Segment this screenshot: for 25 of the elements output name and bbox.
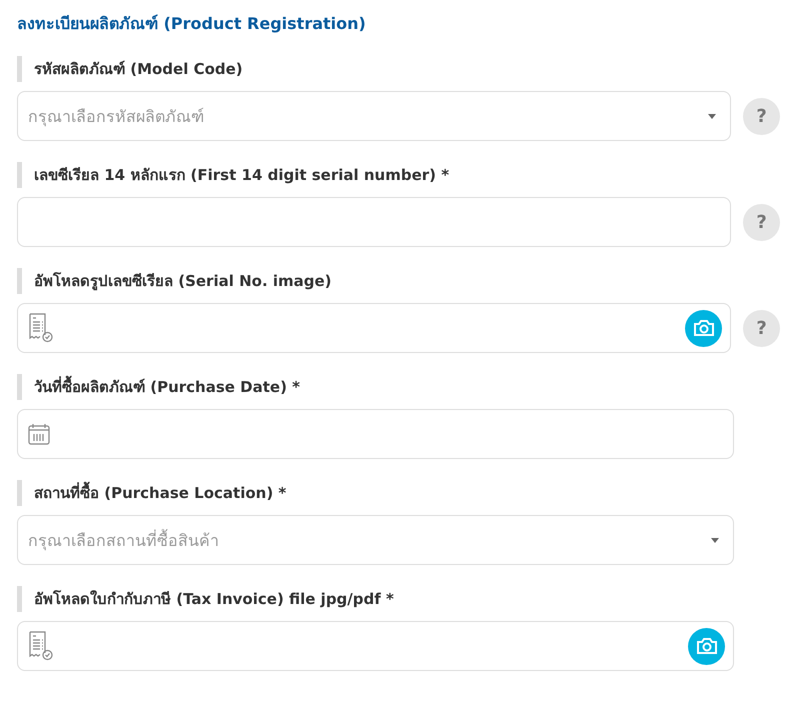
caret-icon bbox=[711, 538, 719, 542]
dropdown-field[interactable]: กรุณาเลือกรหัสผลิตภัณฑ์ bbox=[17, 91, 732, 141]
field-label: อัพโหลดใบกำกับภาษี (Tax Invoice) file jpg/pdf * bbox=[17, 586, 780, 612]
help-button[interactable]: ? bbox=[743, 98, 780, 134]
upload-field[interactable] bbox=[17, 621, 734, 671]
form-title: ลงทะเบียนผลิตภัณฑ์ (Product Registration) bbox=[17, 13, 367, 35]
field-label: สถานที่ซื้อ (Purchase Location) * bbox=[17, 480, 780, 506]
camera-button[interactable] bbox=[685, 310, 722, 346]
input-field[interactable] bbox=[17, 197, 732, 247]
field-label: อัพโหลดรูปเลขซีเรียล (Serial No. image) bbox=[17, 268, 780, 294]
caret-icon bbox=[708, 114, 716, 118]
field-label: วันที่ซื้อผลิตภัณฑ์ (Purchase Date) * bbox=[17, 374, 780, 400]
help-button[interactable]: ? bbox=[743, 204, 780, 240]
camera-button[interactable] bbox=[688, 628, 725, 664]
camera-icon bbox=[696, 637, 718, 655]
calendar-icon bbox=[28, 423, 50, 445]
date-field[interactable] bbox=[17, 409, 734, 459]
field-label: เลขซีเรียล 14 หลักแรก (First 14 digit serial number) * bbox=[17, 162, 780, 188]
receipt-icon bbox=[28, 313, 54, 343]
field-label: รหัสผลิตภัณฑ์ (Model Code) bbox=[17, 56, 780, 82]
dropdown-field[interactable]: กรุณาเลือกสถานที่ซื้อสินค้า bbox=[17, 515, 734, 565]
upload-field[interactable] bbox=[17, 303, 732, 353]
receipt-icon bbox=[28, 631, 54, 661]
camera-icon bbox=[692, 319, 715, 337]
help-button[interactable]: ? bbox=[743, 310, 780, 346]
